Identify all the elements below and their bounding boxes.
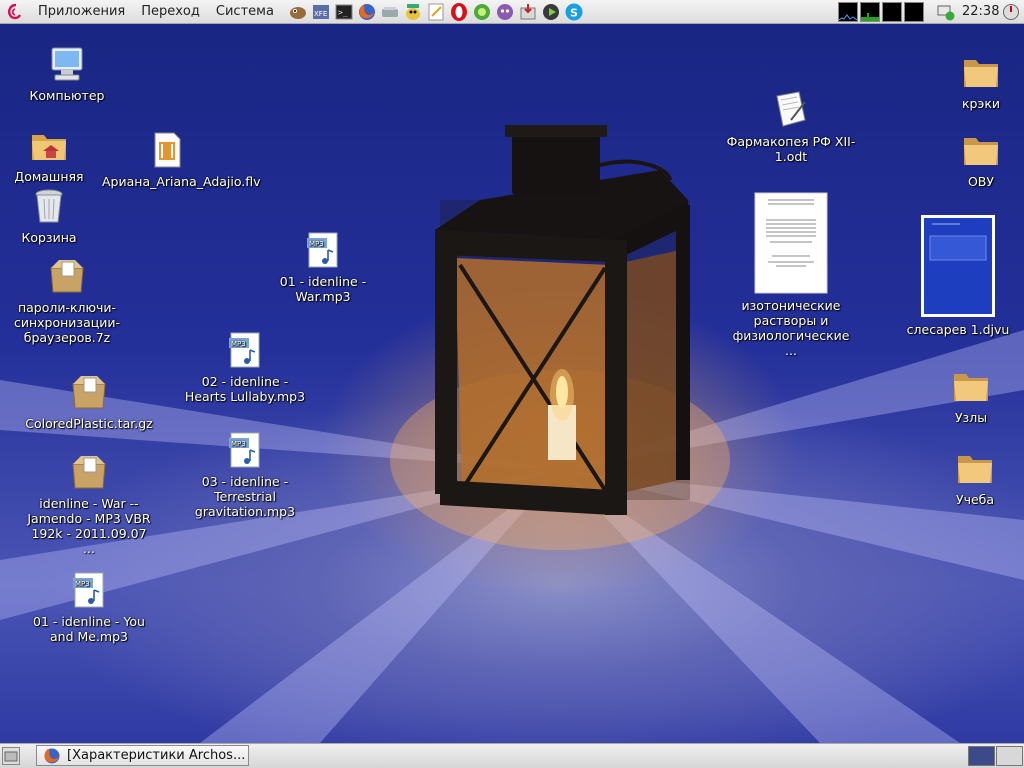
mp3-file-icon: MP3	[229, 432, 260, 468]
kreki-folder-desktop-icon[interactable]: крэки	[916, 52, 1024, 111]
isotonic-document-desktop-icon[interactable]: изотонические растворы и физиологические…	[726, 192, 856, 358]
computer-desktop-icon[interactable]: Компьютер	[2, 44, 132, 103]
clock[interactable]: 22:38	[962, 0, 999, 24]
terminal-icon[interactable]: >_	[334, 1, 355, 22]
uzly-label: Узлы	[954, 410, 988, 425]
archiver-icon[interactable]	[518, 1, 539, 22]
idenline-war-archive-desktop-icon[interactable]: idenline - War -- Jamendo - MP3 VBR 192k…	[24, 452, 154, 556]
archive-box-icon	[50, 260, 84, 293]
svg-text:MP3: MP3	[231, 340, 246, 348]
hearts-lullaby-label: 02 - idenline - Hearts Lullaby.mp3	[184, 374, 306, 404]
system-monitor[interactable]	[838, 2, 924, 22]
swap-graph	[904, 2, 924, 22]
svg-text:S: S	[570, 6, 578, 19]
passwords-archive-label: пароли-ключи-синхронизации-браузеров.7z	[13, 300, 121, 345]
bottom-panel: [Характеристики Archos...	[0, 743, 1024, 768]
trash-icon	[35, 189, 63, 223]
mp3-file-icon: MP3	[73, 572, 104, 608]
workspace-1[interactable]	[968, 746, 995, 766]
ariana-flv-desktop-icon[interactable]: Ариана_Ariana_Adajio.flv	[102, 130, 261, 189]
svg-text:XFE: XFE	[314, 10, 327, 18]
debian-logo-icon[interactable]	[6, 3, 24, 21]
farmakopeya-label: Фармакопея РФ XII-1.odt	[726, 134, 856, 164]
mp3-file-icon: MP3	[307, 232, 338, 268]
ucheba-label: Учеба	[955, 492, 995, 507]
shutdown-icon[interactable]	[1002, 3, 1020, 21]
terrestrial-mp3-desktop-icon[interactable]: MP3 03 - idenline - Terrestrial gravitat…	[180, 430, 310, 519]
game-icon[interactable]	[472, 1, 493, 22]
uzly-folder-desktop-icon[interactable]: Узлы	[906, 366, 1024, 425]
firefox-icon[interactable]	[357, 1, 378, 22]
you-and-me-label: 01 - idenline - You and Me.mp3	[33, 614, 145, 644]
show-desktop-button[interactable]	[2, 747, 20, 765]
slesarev-djvu-desktop-icon[interactable]: слесарев 1.djvu	[893, 214, 1023, 337]
launcher-bar: XFE >_ S	[288, 1, 585, 22]
taskbar-window-button[interactable]: [Характеристики Archos...	[36, 745, 249, 766]
cpu-graph	[838, 2, 858, 22]
home-folder-label: Домашняя	[14, 169, 84, 184]
home-folder-icon	[32, 135, 66, 160]
farmakopeya-odt-desktop-icon[interactable]: Фармакопея РФ XII-1.odt	[726, 90, 856, 164]
folder-icon	[954, 374, 988, 401]
war-mp3-label: 01 - idenline - War.mp3	[279, 274, 367, 304]
network-graph	[882, 2, 902, 22]
folder-icon	[964, 60, 998, 87]
passwords-archive-desktop-icon[interactable]: пароли-ключи-синхронизации-браузеров.7z	[2, 256, 132, 345]
chat-icon[interactable]	[495, 1, 516, 22]
svg-text:>_: >_	[338, 8, 348, 17]
memory-graph	[860, 2, 880, 22]
archive-box-icon	[72, 456, 106, 489]
computer-icon	[51, 47, 83, 81]
home-folder-desktop-icon[interactable]: Домашняя	[0, 125, 114, 184]
media-player-icon[interactable]	[541, 1, 562, 22]
coloredplastic-label: ColoredPlastic.tar.gz	[25, 416, 153, 431]
top-panel: Приложения Переход Система XFE >_ S 22:3…	[0, 0, 1024, 24]
workspace-2[interactable]	[996, 746, 1023, 766]
war-mp3-desktop-icon[interactable]: MP3 01 - idenline - War.mp3	[258, 230, 388, 304]
coloredplastic-archive-desktop-icon[interactable]: ColoredPlastic.tar.gz	[24, 372, 154, 431]
ovu-label: ОВУ	[967, 174, 995, 189]
document-thumbnail-icon	[754, 192, 828, 294]
isotonic-label: изотонические растворы и физиологические…	[732, 298, 850, 358]
menu-applications[interactable]: Приложения	[30, 0, 133, 24]
slesarev-label: слесарев 1.djvu	[906, 322, 1010, 337]
scanner-icon[interactable]	[380, 1, 401, 22]
hearts-lullaby-mp3-desktop-icon[interactable]: MP3 02 - idenline - Hearts Lullaby.mp3	[180, 330, 310, 404]
gimp-icon[interactable]	[288, 1, 309, 22]
ovu-folder-desktop-icon[interactable]: ОВУ	[916, 130, 1024, 189]
trash-desktop-icon[interactable]: Корзина	[0, 186, 114, 245]
ariana-flv-label: Ариана_Ariana_Adajio.flv	[102, 174, 261, 189]
taskbar-window-title: [Характеристики Archos...	[67, 748, 246, 763]
mp3-file-icon: MP3	[229, 332, 260, 368]
idenline-war-archive-label: idenline - War -- Jamendo - MP3 VBR 192k…	[27, 496, 151, 556]
folder-icon	[958, 456, 992, 483]
book-thumbnail-icon	[921, 215, 995, 317]
show-desktop-icon	[4, 751, 18, 762]
text-editor-icon[interactable]	[426, 1, 447, 22]
opera-icon[interactable]	[449, 1, 470, 22]
computer-label: Компьютер	[29, 88, 105, 103]
you-and-me-mp3-desktop-icon[interactable]: MP3 01 - idenline - You and Me.mp3	[24, 570, 154, 644]
document-file-icon	[776, 91, 806, 127]
menu-system[interactable]: Система	[208, 0, 282, 24]
svg-text:MP3: MP3	[75, 580, 90, 588]
video-file-icon	[154, 132, 181, 168]
network-manager-icon[interactable]	[937, 3, 955, 21]
terrestrial-label: 03 - idenline - Terrestrial gravitation.…	[194, 474, 296, 519]
svg-text:MP3: MP3	[309, 240, 324, 248]
pidgin-icon[interactable]	[403, 1, 424, 22]
trash-label: Корзина	[21, 230, 77, 245]
archive-box-icon	[72, 376, 106, 409]
svg-text:MP3: MP3	[231, 440, 246, 448]
ucheba-folder-desktop-icon[interactable]: Учеба	[910, 448, 1024, 507]
xfe-icon[interactable]: XFE	[311, 1, 332, 22]
menu-places[interactable]: Переход	[133, 0, 208, 24]
firefox-icon	[44, 748, 60, 763]
kreki-label: крэки	[961, 96, 1001, 111]
folder-icon	[964, 138, 998, 165]
skype-icon[interactable]: S	[564, 1, 585, 22]
